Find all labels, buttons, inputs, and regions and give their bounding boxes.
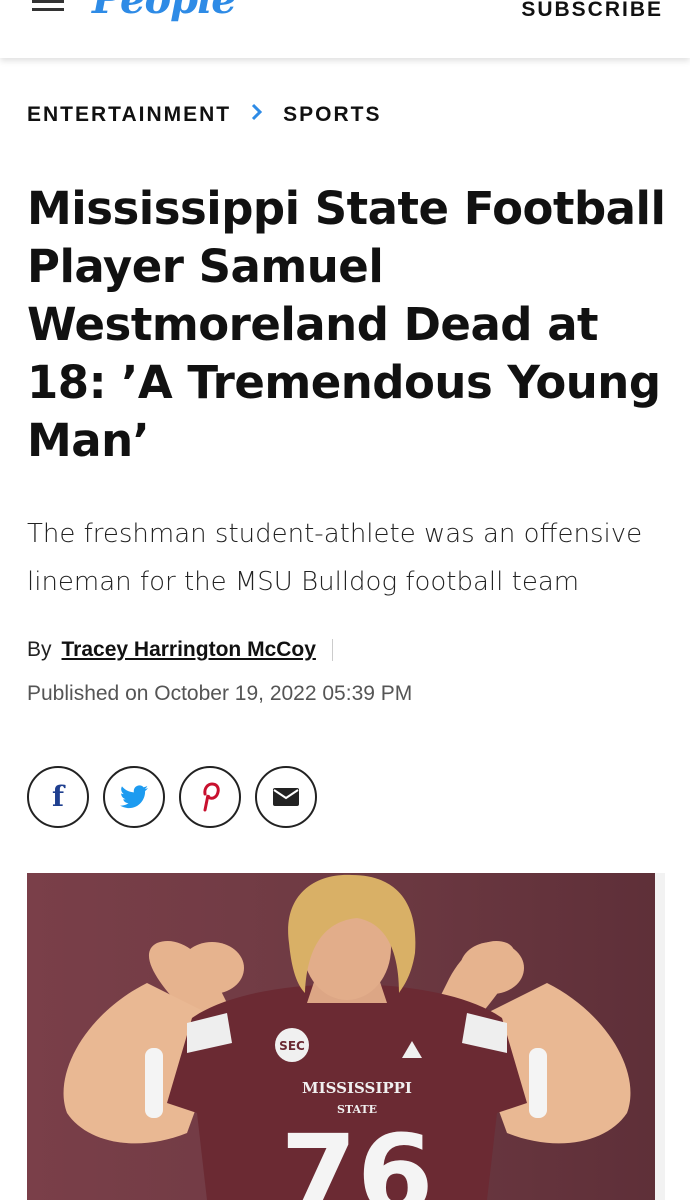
twitter-icon — [120, 785, 148, 809]
pinterest-icon — [203, 782, 220, 812]
jersey-text-mississippi: MISSISSIPPI — [302, 1079, 412, 1097]
top-bar: People SUBSCRIBE — [0, 0, 690, 58]
published-date: Published on October 19, 2022 05:39 PM — [27, 682, 413, 705]
hero-image: SEC MISSISSIPPI STATE 76 — [27, 873, 665, 1200]
sec-patch-text: SEC — [279, 1039, 305, 1053]
subscribe-link[interactable]: SUBSCRIBE — [521, 0, 663, 22]
breadcrumb: ENTERTAINMENT SPORTS — [27, 103, 381, 127]
article-headline: Mississippi State Football Player Samuel… — [27, 182, 666, 467]
byline-prefix: By — [27, 638, 52, 661]
article-dek: The freshman student-athlete was an offe… — [27, 519, 643, 597]
byline-divider — [331, 639, 333, 661]
byline: By Tracey Harrington McCoy — [27, 638, 333, 662]
share-bar: f — [27, 766, 331, 828]
share-email-button[interactable] — [255, 766, 317, 828]
breadcrumb-entertainment[interactable]: ENTERTAINMENT — [27, 103, 231, 127]
chevron-right-icon — [251, 103, 263, 127]
breadcrumb-sports[interactable]: SPORTS — [283, 103, 381, 127]
author-link[interactable]: Tracey Harrington McCoy — [62, 638, 316, 662]
people-logo[interactable]: People — [92, 0, 237, 20]
hamburger-menu-icon[interactable] — [32, 0, 64, 18]
jersey-number: 76 — [280, 1111, 433, 1200]
facebook-icon: f — [51, 780, 65, 813]
share-facebook-button[interactable]: f — [27, 766, 89, 828]
share-twitter-button[interactable] — [103, 766, 165, 828]
share-pinterest-button[interactable] — [179, 766, 241, 828]
email-icon — [273, 788, 299, 806]
